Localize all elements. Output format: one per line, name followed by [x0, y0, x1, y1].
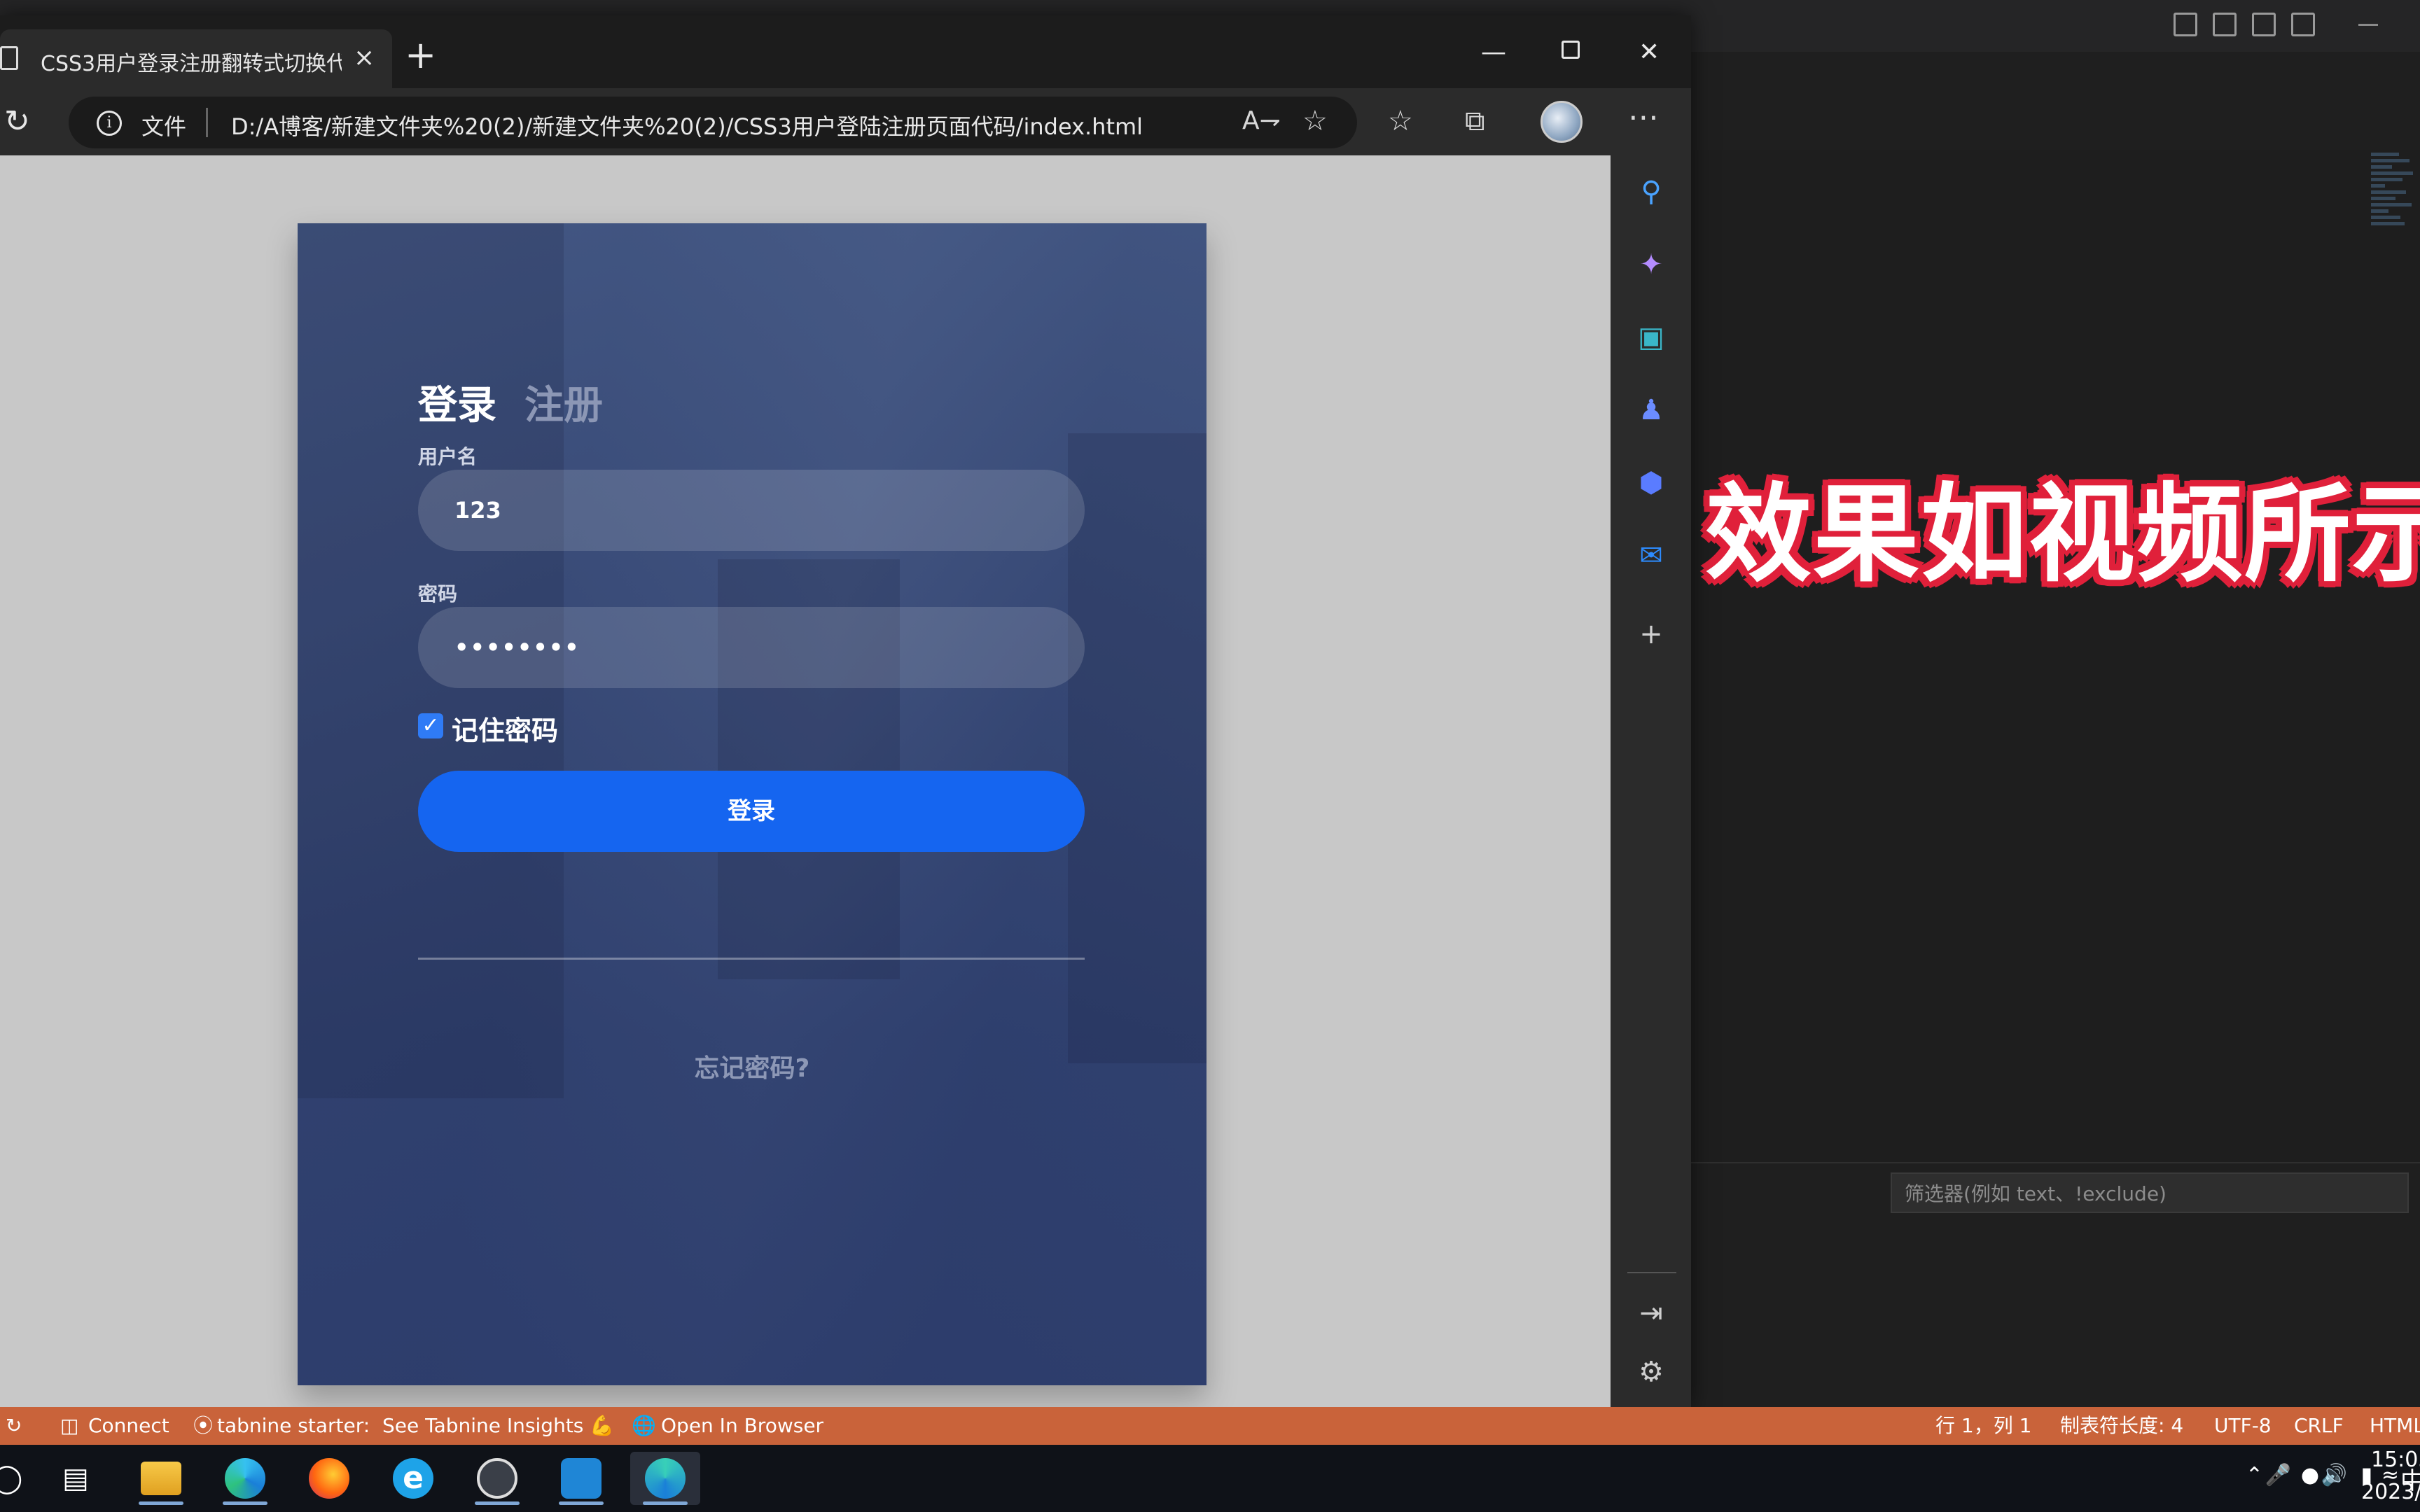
password-input[interactable]: •••••••• [418, 607, 1085, 688]
browser-tab[interactable]: CSS3用户登录注册翻转式切换代 × [0, 29, 392, 88]
file-explorer-icon[interactable] [126, 1452, 196, 1505]
maximize-icon[interactable] [1562, 41, 1580, 59]
page-viewport: 登录 注册 用户名 123 密码 •••••••• ✓ 记住密码 登录 忘记密码? [0, 155, 1611, 1408]
edge-icon[interactable] [210, 1452, 280, 1505]
database-icon[interactable]: ◫ [60, 1407, 78, 1445]
forgot-password-link[interactable]: 忘记密码? [298, 1048, 1206, 1084]
tab-size[interactable]: 制表符长度: 4 [2060, 1407, 2183, 1445]
url-text[interactable]: D:/A博客/新建文件夹%20(2)/新建文件夹%20(2)/CSS3用户登陆注… [231, 109, 1143, 141]
browser-toolbar: ↻ i 文件 D:/A博客/新建文件夹%20(2)/新建文件夹%20(2)/CS… [0, 88, 1691, 155]
close-tab-icon[interactable]: × [354, 43, 375, 72]
remember-checkbox[interactable]: ✓ [418, 713, 443, 738]
read-aloud-icon[interactable]: A⇁ [1242, 106, 1281, 135]
add-icon[interactable]: + [1634, 617, 1668, 651]
browser-window: CSS3用户登录注册翻转式切换代 × + — ✕ ↻ i 文件 D:/A博客/新… [0, 15, 1691, 1408]
layout-controls [2174, 13, 2315, 36]
toggle-sidebar-icon[interactable] [2174, 13, 2197, 36]
microphone-icon[interactable]: 🎤 [2265, 1463, 2291, 1488]
minimize-icon[interactable]: — [1481, 38, 1506, 66]
tabnine-status[interactable]: tabnine starter: [217, 1407, 370, 1445]
divider [206, 108, 208, 137]
tab-login[interactable]: 登录 [418, 383, 496, 428]
address-prefix: 文件 [141, 113, 187, 140]
divider-line [418, 958, 1085, 960]
overlay-caption: 效果如视频所示 [1705, 472, 2420, 596]
vscode-tabbar [1688, 52, 2420, 151]
login-button[interactable]: 登录 [418, 771, 1085, 852]
reload-icon[interactable]: ↻ [4, 104, 30, 139]
firefox-icon[interactable] [294, 1452, 364, 1505]
copilot-icon[interactable]: ✦ [1634, 248, 1668, 281]
taskbar: ◯ ▤ e ⌃ 🎤 ● 🔊 ▮ ≈ 中 15:03 2023/2 [0, 1445, 2420, 1512]
minimap[interactable] [2371, 150, 2420, 360]
search-icon[interactable]: ⚲ [1634, 175, 1668, 209]
bg-building-right [1068, 433, 1206, 1063]
username-label: 用户名 [418, 445, 478, 468]
tray-app-icon[interactable]: ● [2301, 1463, 2319, 1488]
close-window-icon[interactable]: ✕ [1639, 38, 1660, 66]
toggle-secondary-sidebar-icon[interactable] [2252, 13, 2276, 36]
tab-register[interactable]: 注册 [524, 383, 603, 428]
remote-icon[interactable]: ↻ [6, 1407, 22, 1445]
auth-tabs: 登录 注册 [418, 374, 603, 430]
encoding[interactable]: UTF-8 [2214, 1407, 2272, 1445]
open-in-browser[interactable]: Open In Browser [661, 1407, 823, 1445]
clock-time: 15:03 [2371, 1448, 2420, 1472]
profile-avatar[interactable] [1541, 101, 1583, 143]
status-bar: ↻ ◫ Connect ⦿ tabnine starter: See Tabni… [0, 1407, 2420, 1445]
vscode-minimize-icon[interactable] [2358, 24, 2378, 26]
tab-strip: CSS3用户登录注册翻转式切换代 × + — ✕ [0, 15, 1691, 88]
customize-layout-icon[interactable] [2291, 13, 2315, 36]
filter-input[interactable]: 筛选器(例如 text、!exclude) [1891, 1172, 2409, 1213]
sidebar-divider [1627, 1272, 1676, 1273]
tab-title: CSS3用户登录注册翻转式切换代 [41, 52, 342, 76]
volume-icon[interactable]: 🔊 [2321, 1463, 2347, 1488]
hide-sidebar-icon[interactable]: ⇥ [1634, 1296, 1668, 1330]
clock[interactable]: 15:03 2023/2 [2361, 1445, 2420, 1512]
games-icon[interactable]: ♟ [1634, 393, 1668, 427]
info-icon[interactable]: i [97, 111, 122, 136]
search-taskbar-icon[interactable]: ◯ [0, 1452, 42, 1505]
language-mode[interactable]: HTML [2370, 1407, 2420, 1445]
favorites-icon[interactable]: ☆ [1388, 105, 1413, 137]
connect-item[interactable]: Connect [88, 1407, 169, 1445]
clock-date: 2023/2 [2361, 1480, 2420, 1504]
vscode-editor[interactable] [1688, 150, 2420, 1165]
tools-icon[interactable]: ▣ [1634, 321, 1668, 354]
remember-label[interactable]: 记住密码 [452, 709, 558, 748]
more-menu-icon[interactable]: ⋯ [1628, 99, 1659, 135]
add-favorite-icon[interactable]: ☆ [1302, 105, 1328, 137]
tray-chevron-icon[interactable]: ⌃ [2246, 1463, 2263, 1488]
tabnine-icon[interactable]: ⦿ [193, 1407, 213, 1445]
collections-icon[interactable]: ⧉ [1465, 105, 1485, 137]
toggle-panel-icon[interactable] [2213, 13, 2237, 36]
globe-icon[interactable]: 🌐 [632, 1407, 656, 1445]
outlook-icon[interactable]: ✉ [1634, 539, 1668, 573]
login-card: 登录 注册 用户名 123 密码 •••••••• ✓ 记住密码 登录 忘记密码? [298, 223, 1206, 1385]
password-label: 密码 [418, 582, 458, 606]
line-ending[interactable]: CRLF [2294, 1407, 2344, 1445]
cursor-position[interactable]: 行 1，列 1 [1935, 1407, 2031, 1445]
edge-dev-icon[interactable] [630, 1452, 700, 1505]
settings-gear-icon[interactable]: ⚙ [1634, 1355, 1668, 1389]
edge-sidebar: ⚲ ✦ ▣ ♟ ⬢ ✉ + ⇥ ⚙ [1611, 155, 1691, 1408]
address-bar[interactable]: i 文件 D:/A博客/新建文件夹%20(2)/新建文件夹%20(2)/CSS3… [69, 97, 1357, 148]
recorder-icon[interactable] [462, 1452, 532, 1505]
new-tab-button[interactable]: + [405, 36, 436, 74]
page-icon [0, 46, 18, 70]
task-view-icon[interactable]: ▤ [41, 1452, 111, 1505]
ie-icon[interactable]: e [378, 1452, 448, 1505]
office-icon[interactable]: ⬢ [1634, 466, 1668, 500]
vscode-icon[interactable] [546, 1452, 616, 1505]
tabnine-insights[interactable]: See Tabnine Insights 💪 [382, 1407, 614, 1445]
username-input[interactable]: 123 [418, 470, 1085, 551]
